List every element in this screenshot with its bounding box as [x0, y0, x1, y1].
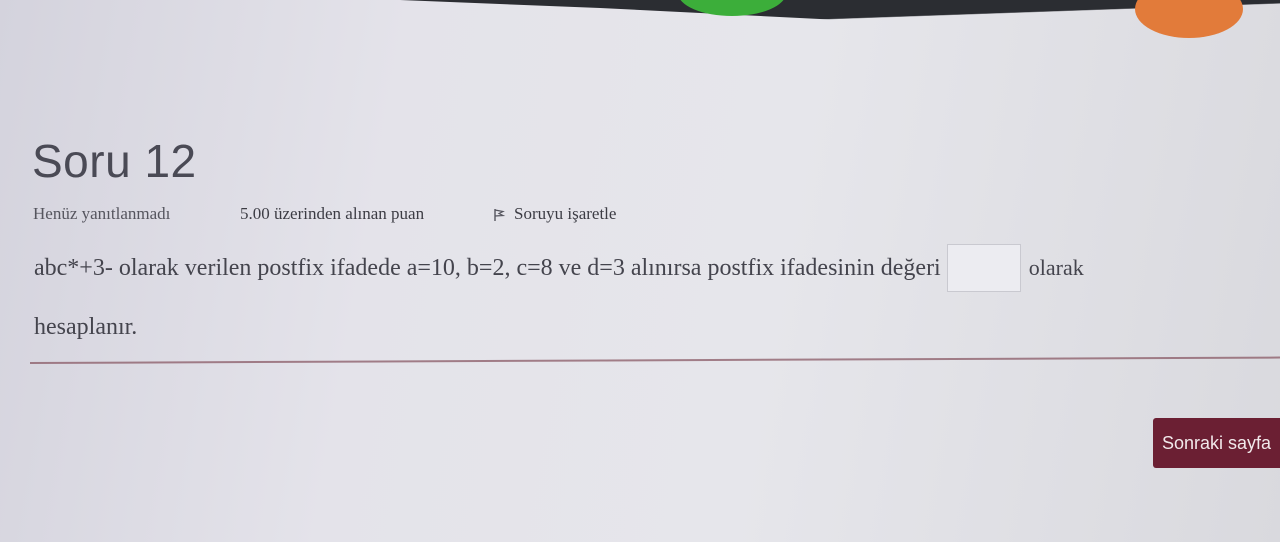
question-title: Soru 12 [32, 135, 197, 187]
question-status: Henüz yanıtlanmadı [33, 204, 171, 223]
question-text: abc*+3- olarak verilen postfix ifadede a… [34, 244, 1264, 344]
question-text-line2: hesaplanır. [34, 314, 138, 340]
divider [29, 356, 1280, 364]
next-page-button[interactable]: Sonraki sayfa [1153, 418, 1280, 468]
question-points: 5.00 üzerinden alınan puan [240, 204, 425, 223]
flag-question-label: Soruyu işaretle [514, 204, 617, 223]
question-text-after: olarak [1028, 255, 1084, 280]
flag-question-link[interactable]: Soruyu işaretle [492, 204, 616, 224]
answer-input[interactable] [946, 244, 1021, 292]
dark-top-bezel [330, 0, 1280, 42]
flag-icon [492, 207, 506, 221]
question-text-before: abc*+3- olarak verilen postfix ifadede a… [34, 255, 941, 281]
